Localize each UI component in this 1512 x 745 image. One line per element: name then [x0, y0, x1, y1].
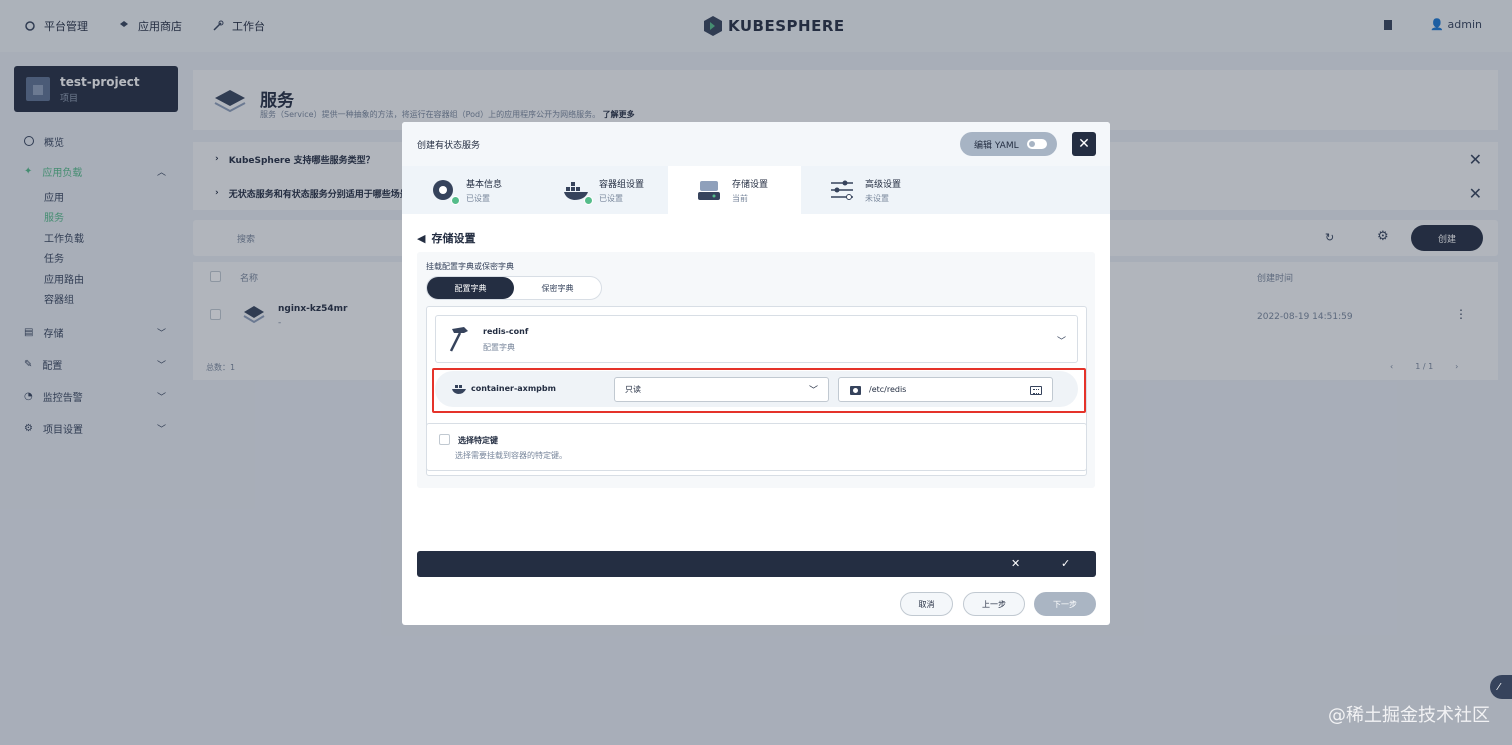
storage-drive-icon — [696, 177, 722, 203]
tool-icon: ⁄ — [1498, 681, 1500, 693]
step-status: 已设置 — [466, 193, 490, 203]
edit-yaml-label: 编辑 YAML — [974, 140, 1019, 151]
step-status: 当前 — [732, 193, 748, 203]
step-pod-settings[interactable]: 容器组设置 已设置 — [535, 166, 668, 214]
section-header[interactable]: ◀ 存储设置 — [417, 230, 475, 246]
step-status: 未设置 — [865, 193, 889, 203]
step-label: 容器组设置 — [599, 179, 645, 190]
red-highlight-box — [432, 368, 1086, 413]
wizard-steps: 基本信息已设置 容器组设置已设置 存储设置当前 高级设置未设置 — [402, 166, 1110, 214]
configmap-name: redis-conf — [483, 327, 529, 336]
confirm-bar: ✕ ✓ — [417, 551, 1096, 577]
configmap-select[interactable] — [435, 315, 1078, 363]
step-storage-settings[interactable]: 存储设置 当前 — [668, 166, 801, 214]
toggle-switch-icon — [1026, 139, 1047, 149]
mount-label: 挂载配置字典或保密字典 — [426, 262, 514, 271]
back-arrow-icon[interactable]: ◀ — [417, 232, 425, 245]
section-title: 存储设置 — [431, 232, 476, 245]
hammer-icon — [449, 327, 468, 352]
step-label: 存储设置 — [732, 179, 769, 190]
close-icon: ✕ — [1078, 136, 1090, 152]
seg-configmap[interactable]: 配置字典 — [427, 277, 514, 299]
modal-close-button[interactable]: ✕ — [1072, 132, 1096, 156]
mount-type-switch: 配置字典 保密字典 — [426, 276, 602, 300]
check-status-icon — [584, 196, 593, 205]
docker-icon — [563, 177, 593, 205]
floating-tool-button[interactable]: ⁄ — [1490, 675, 1512, 699]
specific-key-checkbox[interactable] — [439, 434, 450, 445]
step-label: 基本信息 — [466, 179, 503, 190]
next-button[interactable]: 下一步 — [1034, 592, 1096, 616]
edit-yaml-toggle[interactable]: 编辑 YAML — [960, 132, 1057, 156]
sliders-icon — [829, 177, 855, 203]
watermark: @稀土掘金技术社区 — [1328, 705, 1490, 726]
modal-header: 创建有状态服务 编辑 YAML ✕ — [402, 122, 1110, 166]
step-label: 高级设置 — [865, 179, 902, 190]
chevron-down-icon[interactable]: ﹀ — [1057, 334, 1066, 347]
specific-key-desc: 选择需要挂载到容器的特定键。 — [455, 451, 567, 460]
cancel-button[interactable]: 取消 — [900, 592, 953, 616]
create-stateful-service-modal: 创建有状态服务 编辑 YAML ✕ 基本信息 已设置 容器组设置 已设置 存储设… — [402, 122, 1110, 625]
specific-key-box — [426, 423, 1087, 471]
disc-icon — [430, 177, 460, 205]
specific-key-title: 选择特定键 — [458, 436, 498, 445]
step-basic-info[interactable]: 基本信息 已设置 — [402, 166, 535, 214]
step-status: 已设置 — [599, 193, 623, 203]
seg-secret[interactable]: 保密字典 — [514, 277, 601, 299]
cancel-edit-icon[interactable]: ✕ — [1011, 557, 1020, 570]
modal-title: 创建有状态服务 — [417, 141, 481, 151]
check-status-icon — [451, 196, 460, 205]
previous-button[interactable]: 上一步 — [963, 592, 1025, 616]
step-advanced-settings[interactable]: 高级设置 未设置 — [801, 166, 934, 214]
confirm-check-icon[interactable]: ✓ — [1061, 557, 1070, 570]
configmap-type: 配置字典 — [483, 343, 515, 352]
